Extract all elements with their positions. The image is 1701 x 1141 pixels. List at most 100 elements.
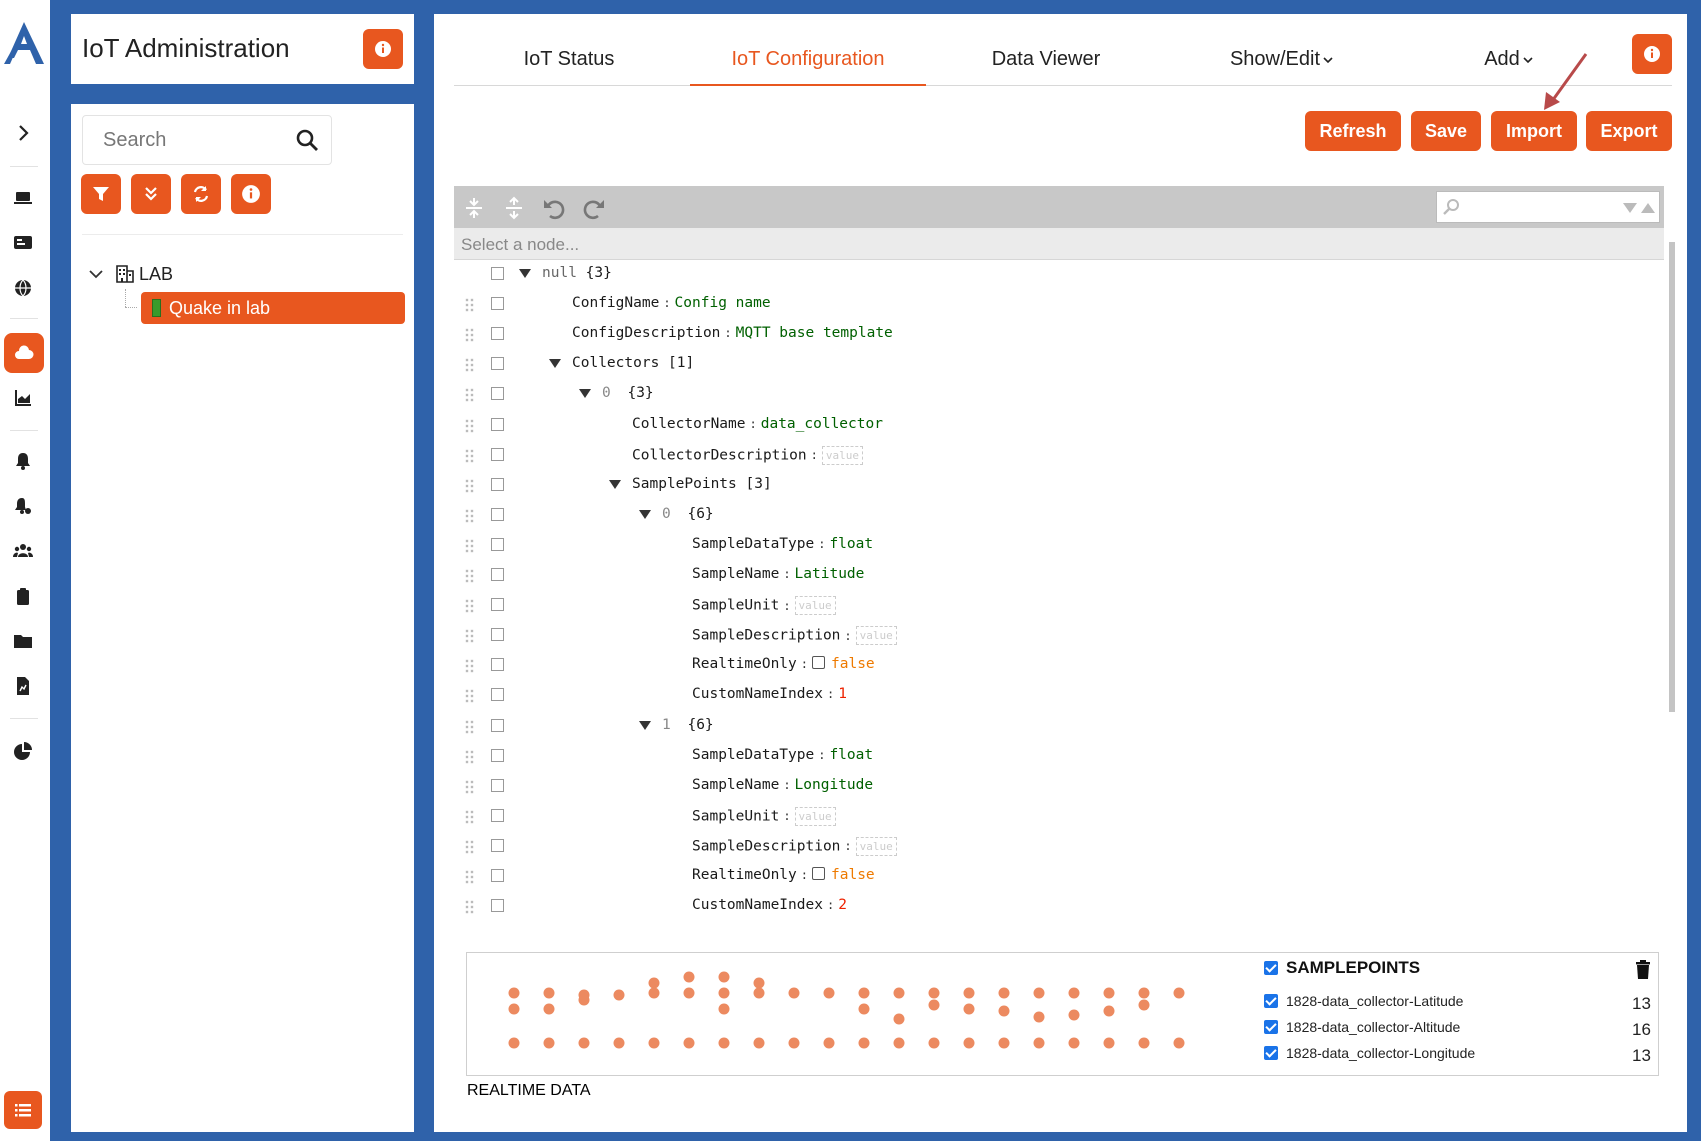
node-key[interactable]: SamplePoints — [632, 476, 737, 492]
context-menu-button[interactable] — [491, 537, 504, 551]
tree-row[interactable]: CustomNameIndex:2 — [454, 892, 1657, 922]
node-key[interactable]: SampleDescription — [692, 838, 840, 854]
clipboard-icon[interactable] — [8, 581, 38, 611]
context-menu-button[interactable] — [491, 718, 504, 732]
node-value[interactable]: value — [794, 806, 836, 826]
node-content[interactable]: CollectorDescription: value — [632, 445, 863, 465]
node-value[interactable]: Longitude — [795, 777, 874, 793]
cloud-icon[interactable] — [4, 333, 44, 373]
tree-row[interactable]: null {3} — [454, 260, 1657, 290]
context-menu-button[interactable] — [491, 748, 504, 762]
drag-handle-icon[interactable] — [465, 298, 475, 314]
tree-row[interactable]: SampleUnit: value — [454, 591, 1657, 621]
node-value[interactable]: false — [831, 867, 875, 883]
boolean-checkbox[interactable] — [812, 867, 825, 880]
tab-iot-status[interactable]: IoT Status — [474, 48, 664, 86]
context-menu-button[interactable] — [491, 327, 504, 341]
context-menu-button[interactable] — [491, 387, 504, 401]
drag-handle-icon[interactable] — [465, 569, 475, 585]
node-content[interactable]: 1 {6} — [662, 717, 714, 733]
drag-handle-icon[interactable] — [465, 479, 475, 495]
import-button[interactable]: Import — [1491, 111, 1577, 151]
expand-toggle-icon[interactable] — [519, 269, 531, 278]
app-logo-icon[interactable] — [2, 20, 46, 66]
node-value[interactable]: 1 — [838, 686, 847, 702]
node-content[interactable]: CollectorName: data_collector — [632, 416, 883, 432]
export-button[interactable]: Export — [1586, 111, 1672, 151]
tree-row[interactable]: ConfigName: Config name — [454, 290, 1657, 320]
node-content[interactable]: SampleName: Latitude — [692, 566, 864, 582]
series-checkbox[interactable] — [1264, 1020, 1278, 1034]
context-menu-button[interactable] — [491, 628, 504, 642]
node-key[interactable]: CollectorName — [632, 416, 746, 432]
collapse-all-icon[interactable] — [502, 196, 526, 220]
node-content[interactable]: SamplePoints [3] — [632, 476, 772, 492]
pie-chart-icon[interactable] — [8, 736, 38, 766]
context-menu-button[interactable] — [491, 357, 504, 371]
node-value[interactable]: value — [794, 596, 836, 616]
drag-handle-icon[interactable] — [465, 900, 475, 916]
context-menu-button[interactable] — [491, 778, 504, 792]
node-content[interactable]: ConfigName: Config name — [572, 295, 771, 311]
drag-handle-icon[interactable] — [465, 509, 475, 525]
node-value[interactable]: MQTT base template — [736, 325, 893, 341]
node-key[interactable]: Collectors — [572, 355, 659, 371]
node-key[interactable]: CustomNameIndex — [692, 897, 823, 913]
tree-node-lab[interactable]: LAB — [87, 261, 173, 287]
filter-button[interactable] — [81, 174, 121, 214]
tree-row[interactable]: ConfigDescription: MQTT base template — [454, 320, 1657, 350]
drag-handle-icon[interactable] — [465, 449, 475, 465]
node-content[interactable]: RealtimeOnly: false — [692, 656, 875, 672]
node-content[interactable]: Collectors [1] — [572, 355, 694, 371]
tree-row[interactable]: SampleDataType: float — [454, 531, 1657, 561]
file-chart-icon[interactable] — [8, 671, 38, 701]
tree-row[interactable]: RealtimeOnly: false — [454, 862, 1657, 892]
node-key[interactable]: CustomNameIndex — [692, 686, 823, 702]
context-menu-button[interactable] — [491, 688, 504, 702]
node-key[interactable]: SampleName — [692, 566, 779, 582]
node-key[interactable]: SampleUnit — [692, 598, 779, 614]
context-menu-button[interactable] — [491, 899, 504, 913]
tree-row[interactable]: CustomNameIndex:1 — [454, 681, 1657, 711]
expand-toggle-icon[interactable] — [609, 479, 621, 489]
tab-data-viewer[interactable]: Data Viewer — [928, 48, 1164, 86]
list-menu-icon[interactable] — [4, 1091, 42, 1129]
tree-row[interactable]: CollectorDescription: value — [454, 441, 1657, 471]
refresh-tree-button[interactable] — [181, 174, 221, 214]
node-content[interactable]: ConfigDescription: MQTT base template — [572, 325, 893, 341]
refresh-button[interactable]: Refresh — [1305, 111, 1401, 151]
drag-handle-icon[interactable] — [465, 810, 475, 826]
node-key[interactable]: SampleDataType — [692, 747, 814, 763]
editor-scrollbar[interactable] — [1669, 242, 1675, 712]
drag-handle-icon[interactable] — [465, 840, 475, 856]
legend-all-checkbox[interactable] — [1264, 961, 1278, 975]
node-key[interactable]: null — [542, 265, 577, 281]
undo-icon[interactable] — [542, 196, 566, 220]
node-content[interactable]: SampleName: Longitude — [692, 777, 873, 793]
chart-area-icon[interactable] — [8, 383, 38, 413]
node-value[interactable]: data_collector — [761, 416, 883, 432]
drag-handle-icon[interactable] — [465, 599, 475, 615]
tree-row[interactable]: SampleName: Latitude — [454, 561, 1657, 591]
drag-handle-icon[interactable] — [465, 358, 475, 374]
drag-handle-icon[interactable] — [465, 419, 475, 435]
bell-icon[interactable] — [8, 446, 38, 476]
users-icon[interactable] — [8, 536, 38, 566]
tree-row[interactable]: SampleUnit: value — [454, 802, 1657, 832]
node-key[interactable]: ConfigName — [572, 295, 659, 311]
save-button[interactable]: Save — [1411, 111, 1481, 151]
expand-chevron-icon[interactable] — [8, 118, 38, 148]
expand-toggle-icon[interactable] — [579, 389, 591, 399]
expand-toggle-icon[interactable] — [639, 720, 651, 730]
node-key[interactable]: SampleName — [692, 777, 779, 793]
tree-row[interactable]: 0 {6} — [454, 501, 1657, 531]
drag-handle-icon[interactable] — [465, 689, 475, 705]
tree-info-button[interactable] — [231, 174, 271, 214]
drag-handle-icon[interactable] — [465, 659, 475, 675]
expand-toggle-icon[interactable] — [549, 359, 561, 369]
redo-icon[interactable] — [582, 196, 606, 220]
node-content[interactable]: SampleDataType: float — [692, 536, 873, 552]
search-icon[interactable] — [295, 128, 319, 152]
search-previous-icon[interactable] — [1641, 202, 1655, 214]
node-value[interactable]: Config name — [675, 295, 771, 311]
